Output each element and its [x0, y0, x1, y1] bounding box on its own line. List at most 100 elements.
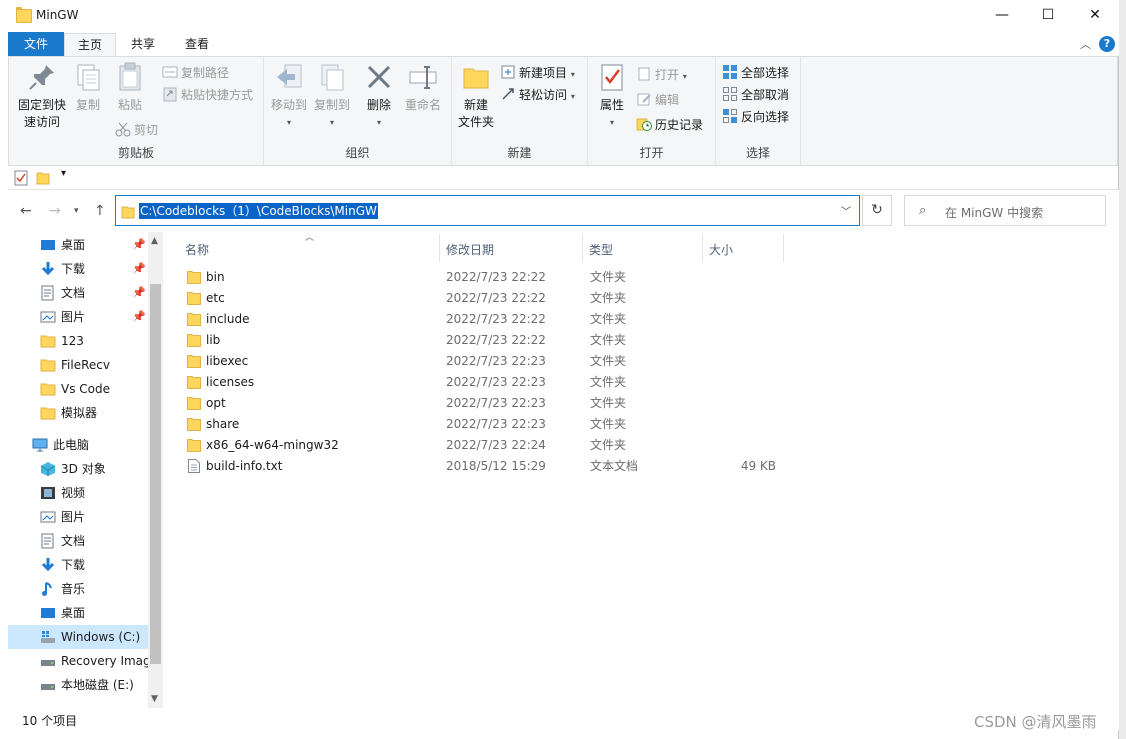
desktop-icon — [40, 605, 56, 621]
column-divider[interactable] — [702, 234, 703, 262]
column-divider[interactable] — [783, 234, 784, 262]
history-button[interactable]: 历史记录 — [636, 115, 703, 135]
nav-item-emulator[interactable]: 模拟器 — [8, 401, 148, 425]
nav-item-documents[interactable]: 文档 📌 — [8, 281, 148, 305]
nav-item-windows-c[interactable]: Windows (C:) — [8, 625, 148, 649]
scrollbar-thumb[interactable] — [150, 284, 161, 664]
column-header-date[interactable]: 修改日期 — [446, 238, 494, 262]
select-none-button[interactable]: 全部取消 — [722, 85, 789, 105]
up-arrow-icon[interactable]: ↑ — [94, 203, 106, 219]
column-divider[interactable] — [582, 234, 583, 262]
refresh-button[interactable]: ↻ — [862, 195, 892, 226]
scroll-up-icon[interactable]: ▲ — [151, 236, 158, 246]
paste-label: 粘贴 — [117, 98, 142, 112]
select-group: 全部选择 全部取消 反向选择 选择 — [716, 57, 801, 165]
open-button[interactable]: 打开 ▾ — [636, 65, 687, 85]
nav-item-filerecv[interactable]: FileRecv — [8, 353, 148, 377]
copy-path-button[interactable]: 复制路径 — [162, 63, 229, 83]
file-name: build-info.txt — [206, 459, 283, 473]
nav-item-pictures-pc[interactable]: 图片 — [8, 505, 148, 529]
delete-button[interactable]: 删除 ▾ — [362, 61, 396, 131]
search-input[interactable]: ⌕ 在 MinGW 中搜索 — [904, 195, 1106, 226]
help-icon[interactable]: ? — [1099, 36, 1115, 52]
new-folder-icon[interactable] — [36, 170, 50, 189]
nav-item-downloads-pc[interactable]: 下载 — [8, 553, 148, 577]
column-header-name[interactable]: 名称 — [185, 238, 209, 262]
cut-button[interactable]: 剪切 — [115, 120, 158, 140]
column-header-type[interactable]: 类型 — [589, 238, 613, 262]
chevron-down-icon[interactable]: ﹀ — [841, 203, 851, 218]
maximize-button[interactable]: ☐ — [1025, 0, 1071, 31]
nav-item-desktop-pc[interactable]: 桌面 — [8, 601, 148, 625]
address-bar[interactable]: C:\Codeblocks（1）\CodeBlocks\MinGW ﹀ — [115, 195, 860, 226]
paste-button[interactable]: 粘贴 — [113, 61, 147, 114]
column-header-size[interactable]: 大小 — [709, 238, 733, 262]
table-row[interactable]: licenses 2022/7/23 22:23 文件夹 — [183, 372, 943, 393]
properties-button[interactable]: 属性 ▾ — [594, 61, 630, 131]
column-divider[interactable] — [439, 234, 440, 262]
easy-access-button[interactable]: 轻松访问 ▾ — [500, 85, 575, 105]
edit-label: 编辑 — [655, 93, 680, 107]
rename-label: 重命名 — [404, 98, 441, 112]
nav-item-recovery[interactable]: Recovery Imag — [8, 649, 148, 673]
table-row[interactable]: etc 2022/7/23 22:22 文件夹 — [183, 288, 943, 309]
rename-button[interactable]: 重命名 — [402, 61, 444, 114]
new-folder-button[interactable]: 新建 文件夹 — [456, 61, 496, 131]
file-size: 49 KB — [740, 459, 776, 473]
nav-item-videos[interactable]: 视频 — [8, 481, 148, 505]
nav-item-pictures[interactable]: 图片 📌 — [8, 305, 148, 329]
copy-button[interactable]: 复制 — [71, 61, 105, 114]
table-row[interactable]: x86_64-w64-mingw32 2022/7/23 22:24 文件夹 — [183, 435, 943, 456]
properties-icon[interactable] — [14, 170, 28, 189]
tab-home[interactable]: 主页 — [64, 33, 116, 56]
nav-item-123[interactable]: 123 — [8, 329, 148, 353]
file-type: 文件夹 — [590, 354, 627, 368]
nav-label: 图片 — [61, 510, 86, 524]
column-type-label: 类型 — [589, 243, 614, 257]
table-row[interactable]: bin 2022/7/23 22:22 文件夹 — [183, 267, 943, 288]
table-row[interactable]: build-info.txt 2018/5/12 15:29 文本文档 49 K… — [183, 456, 943, 477]
file-list: 名称 ︿ 修改日期 类型 大小 bin 2022/7/23 22:22 文件夹 … — [163, 232, 1119, 708]
select-all-button[interactable]: 全部选择 — [722, 63, 789, 83]
customize-toolbar-icon[interactable]: ▾ — [61, 168, 66, 179]
nav-label: 桌面 — [61, 606, 86, 620]
tab-view[interactable]: 查看 — [170, 33, 224, 56]
nav-item-documents-pc[interactable]: 文档 — [8, 529, 148, 553]
nav-scrollbar[interactable]: ▲ ▼ — [148, 232, 163, 708]
copy-to-button[interactable]: 复制到 ▾ — [311, 61, 353, 131]
organize-group: 移动到 ▾ 复制到 ▾ 删除 ▾ 重命名 组织 — [264, 57, 452, 165]
table-row[interactable]: include 2022/7/23 22:22 文件夹 — [183, 309, 943, 330]
edit-button[interactable]: 编辑 — [636, 90, 679, 110]
address-path[interactable]: C:\Codeblocks（1）\CodeBlocks\MinGW — [139, 203, 378, 219]
scroll-down-icon[interactable]: ▼ — [151, 694, 158, 704]
table-row[interactable]: lib 2022/7/23 22:22 文件夹 — [183, 330, 943, 351]
table-row[interactable]: share 2022/7/23 22:23 文件夹 — [183, 414, 943, 435]
computer-icon — [32, 437, 48, 453]
copy-to-label: 复制到 — [313, 98, 350, 112]
close-button[interactable]: ✕ — [1072, 0, 1118, 31]
nav-item-music[interactable]: 音乐 — [8, 577, 148, 601]
minimize-button[interactable]: — — [979, 0, 1025, 31]
back-arrow-icon[interactable]: ← — [20, 203, 32, 219]
search-icon: ⌕ — [919, 203, 927, 218]
new-item-button[interactable]: 新建项目 ▾ — [500, 63, 575, 83]
nav-item-downloads[interactable]: 下载 📌 — [8, 257, 148, 281]
nav-label: 模拟器 — [61, 406, 98, 420]
nav-item-desktop[interactable]: 桌面 📌 — [8, 233, 148, 257]
collapse-ribbon-icon[interactable]: ︿ — [1080, 36, 1091, 52]
recent-locations-icon[interactable]: ▾ — [74, 206, 79, 216]
nav-item-vscode[interactable]: Vs Code — [8, 377, 148, 401]
nav-item-3d-objects[interactable]: 3D 对象 — [8, 457, 148, 481]
nav-item-local-disk-e[interactable]: 本地磁盘 (E:) — [8, 673, 148, 697]
tab-file[interactable]: 文件 — [8, 32, 64, 56]
pin-quick-access-button[interactable]: 固定到快 速访问 — [13, 61, 71, 131]
nav-item-this-pc[interactable]: 此电脑 — [8, 433, 148, 457]
table-row[interactable]: libexec 2022/7/23 22:23 文件夹 — [183, 351, 943, 372]
forward-arrow-icon[interactable]: → — [49, 203, 61, 219]
column-name-label: 名称 — [185, 243, 210, 257]
invert-selection-button[interactable]: 反向选择 — [722, 107, 789, 127]
paste-shortcut-button[interactable]: 粘贴快捷方式 — [162, 85, 253, 105]
move-to-button[interactable]: 移动到 ▾ — [269, 61, 309, 131]
table-row[interactable]: opt 2022/7/23 22:23 文件夹 — [183, 393, 943, 414]
tab-share[interactable]: 共享 — [116, 33, 170, 56]
